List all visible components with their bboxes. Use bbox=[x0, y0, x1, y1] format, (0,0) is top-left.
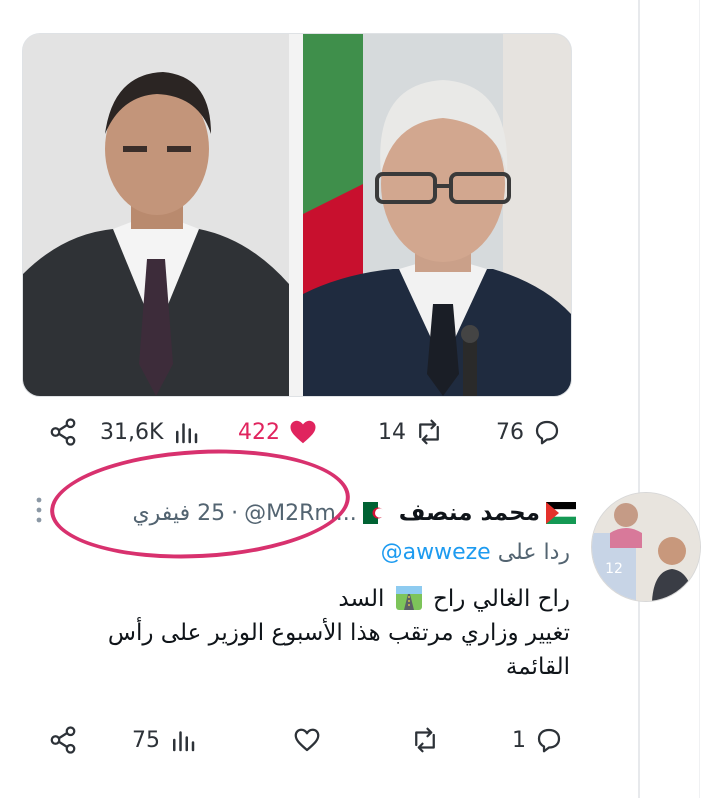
retweet-button[interactable]: 14 bbox=[378, 412, 444, 452]
reply-mention-link[interactable]: @awweze bbox=[381, 540, 491, 565]
tweet-line-1-start: راح الغالي راح bbox=[433, 586, 570, 612]
media-photo-right[interactable] bbox=[303, 34, 571, 396]
tweet-line-1: راح الغالي راح السد bbox=[40, 582, 570, 616]
reply-count: 76 bbox=[496, 419, 524, 445]
retweet-icon bbox=[415, 727, 435, 753]
analytics-icon bbox=[173, 731, 195, 752]
share-icon bbox=[50, 726, 76, 754]
like-count: 422 bbox=[238, 419, 280, 445]
tweet-text: راح الغالي راح السد تغيير وزاري مرتقب هذ… bbox=[40, 582, 570, 684]
tweet-media[interactable] bbox=[22, 33, 572, 397]
comment-icon bbox=[537, 728, 561, 753]
replying-to-label: ردا على bbox=[497, 540, 570, 565]
share-icon bbox=[50, 418, 76, 446]
tweet-line-1-end: السد bbox=[338, 586, 385, 612]
reply-like-button[interactable] bbox=[292, 720, 322, 760]
media-photo-left[interactable] bbox=[23, 34, 289, 396]
analytics-icon bbox=[176, 423, 198, 444]
replying-to: ردا على @awweze bbox=[300, 540, 570, 565]
heart-icon bbox=[294, 728, 320, 752]
like-button[interactable]: 422 bbox=[238, 412, 318, 452]
reply-views-button[interactable]: 75 bbox=[132, 720, 198, 760]
reply-share-button[interactable] bbox=[48, 720, 78, 760]
retweet-count: 14 bbox=[378, 419, 406, 445]
tweet-line-2: تغيير وزاري مرتقب هذا الأسبوع الوزير على… bbox=[107, 620, 570, 680]
reply-reply-button[interactable]: 1 bbox=[512, 720, 564, 760]
tweet-action-bar: 31,6K 422 14 76 bbox=[40, 412, 580, 452]
display-name[interactable]: محمد منصف bbox=[399, 500, 540, 526]
timeline-divider bbox=[638, 0, 640, 798]
reply-views-count: 75 bbox=[132, 727, 160, 753]
reply-button[interactable]: 76 bbox=[496, 412, 562, 452]
reply-retweet-button[interactable] bbox=[410, 720, 440, 760]
media-gap bbox=[289, 34, 303, 396]
views-button[interactable]: 31,6K bbox=[100, 412, 201, 452]
svg-text:12: 12 bbox=[605, 561, 623, 577]
avatar[interactable]: 12 bbox=[591, 492, 701, 602]
palestine-flag-icon bbox=[546, 502, 576, 524]
comment-icon bbox=[535, 420, 559, 445]
motorway-emoji-icon bbox=[395, 586, 422, 610]
heart-filled-icon bbox=[290, 420, 316, 444]
more-options-icon[interactable] bbox=[34, 496, 44, 524]
share-button[interactable] bbox=[48, 412, 78, 452]
views-count: 31,6K bbox=[100, 419, 164, 445]
retweet-icon bbox=[419, 419, 439, 445]
timeline-divider-2 bbox=[699, 0, 700, 798]
algeria-flag-icon bbox=[362, 502, 393, 524]
reply-tweet-action-bar: 75 1 bbox=[40, 720, 580, 760]
reply-reply-count: 1 bbox=[512, 727, 526, 753]
